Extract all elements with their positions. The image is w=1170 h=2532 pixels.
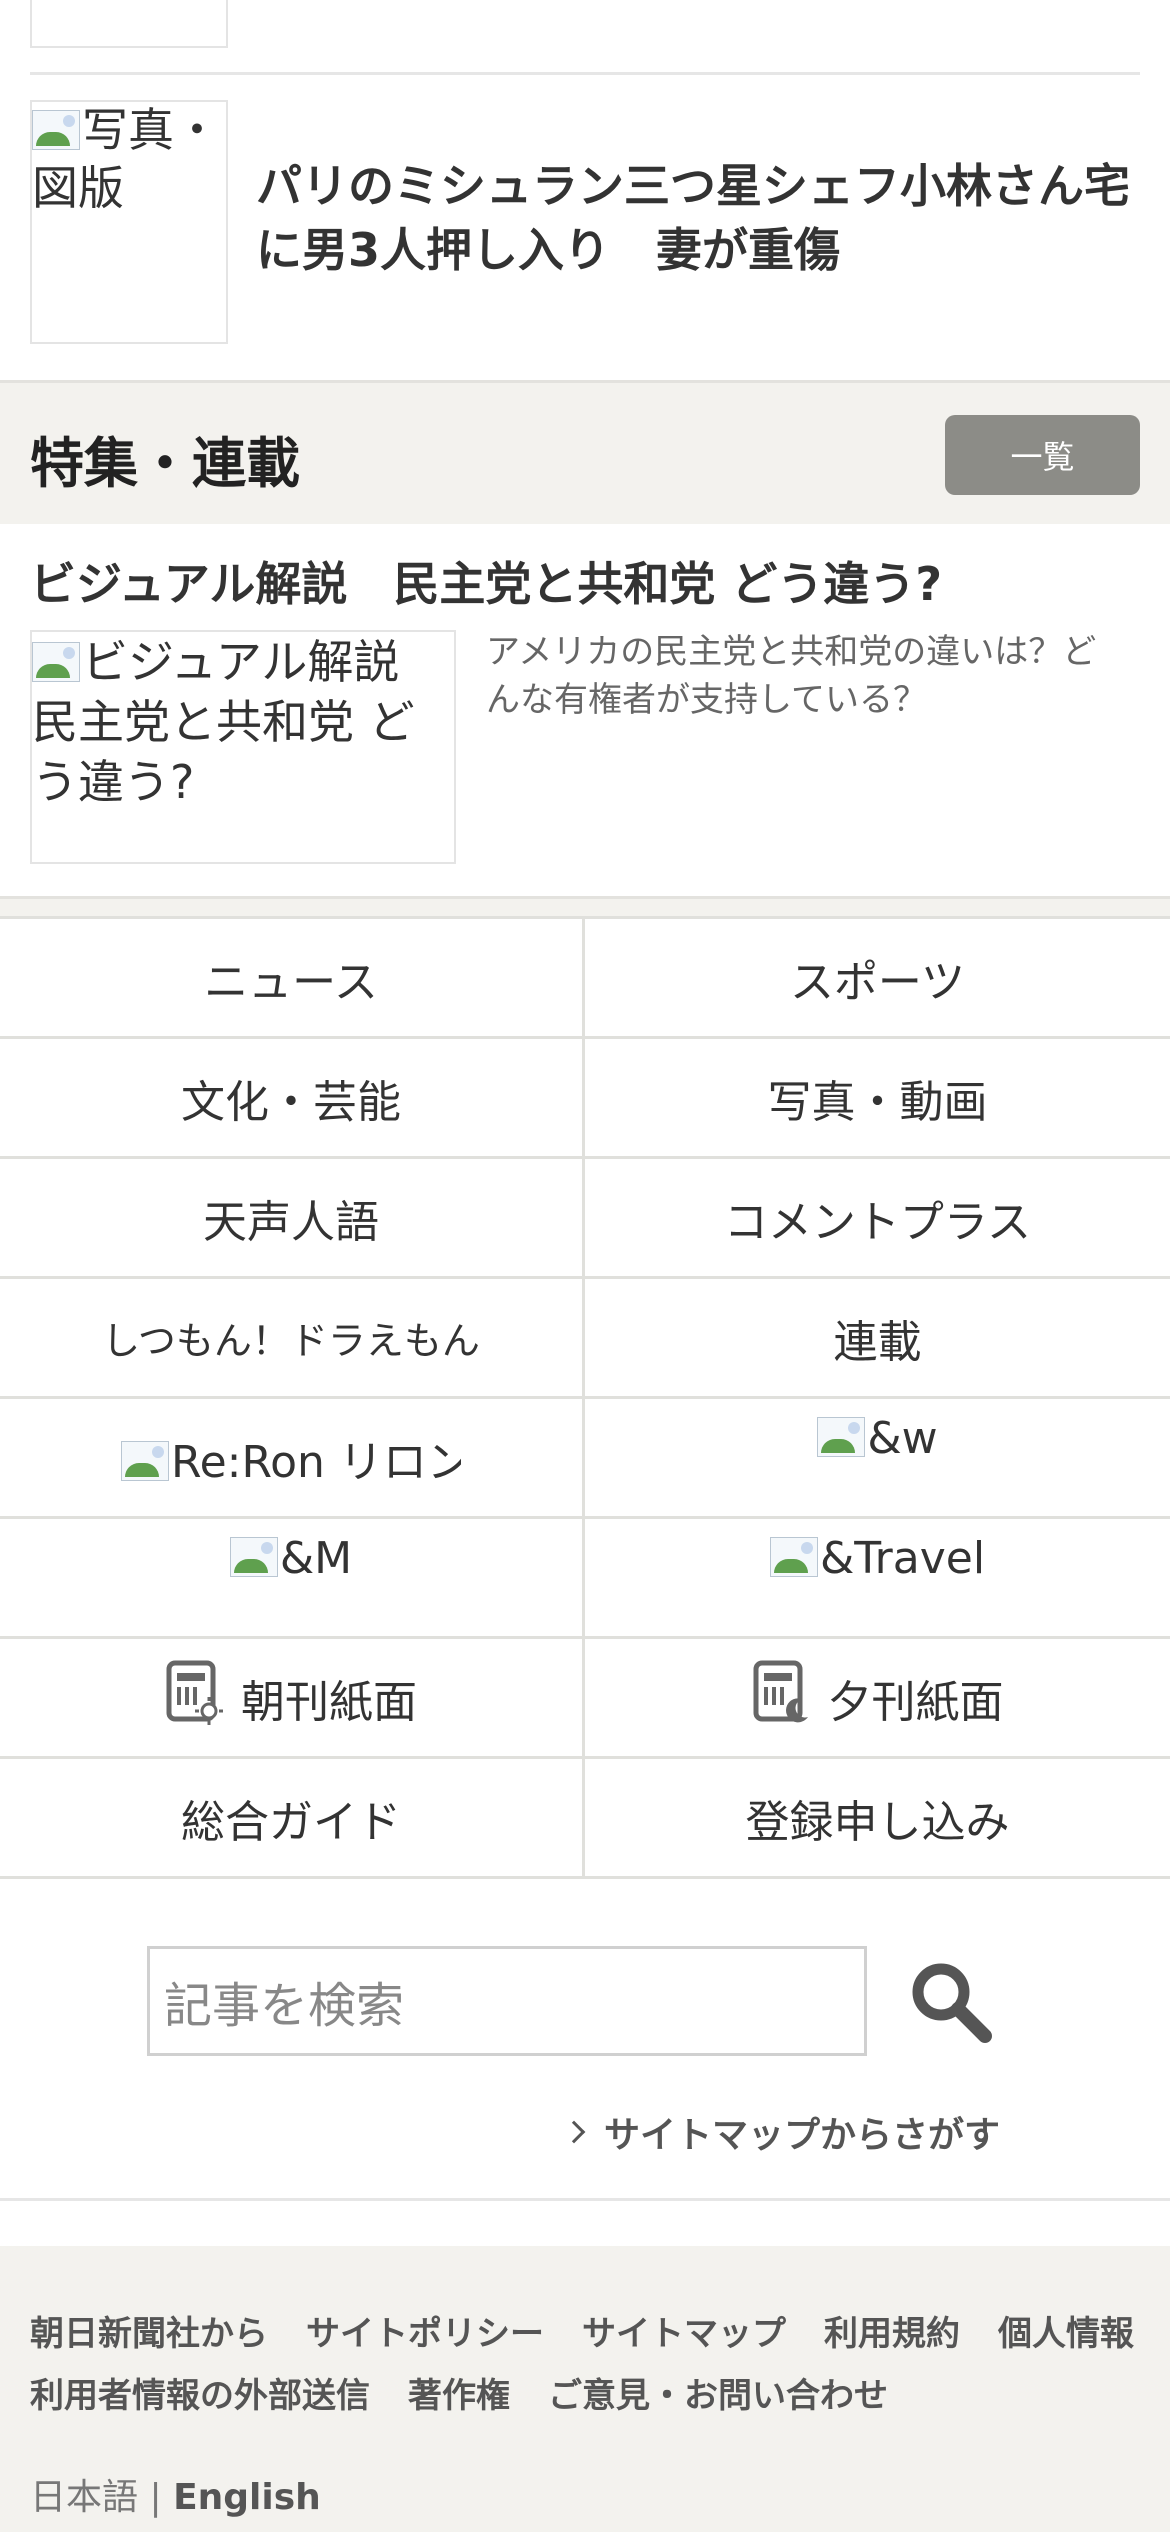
- nav-andw[interactable]: &w: [585, 1399, 1170, 1519]
- nav-news-label: ニュース: [204, 956, 378, 1008]
- section-separator: [0, 896, 1170, 916]
- special-section-title: 特集・連載: [30, 432, 300, 495]
- nav-news[interactable]: ニュース: [0, 919, 585, 1039]
- broken-image-icon: [769, 1537, 818, 1577]
- footer-link-sitemap[interactable]: サイトマップ: [582, 2306, 786, 2355]
- nav-tensei-label: 天声人語: [203, 1196, 379, 1248]
- divider: [30, 72, 1140, 75]
- article-image[interactable]: 写真・図版: [30, 100, 228, 344]
- nav-morning-label: 朝刊紙面: [241, 1676, 417, 1728]
- footer: 朝日新聞社から サイトポリシー サイトマップ 利用規約 個人情報 利用者情報の外…: [0, 2246, 1170, 2532]
- search-icon[interactable]: [905, 1956, 995, 2046]
- footer-link-about[interactable]: 朝日新聞社から: [30, 2306, 268, 2355]
- nav-doraemon[interactable]: しつもん！ドラえもん: [0, 1279, 585, 1399]
- search-placeholder: 記事を検索: [164, 1978, 405, 2034]
- footer-link-copyright[interactable]: 著作権: [408, 2368, 510, 2417]
- article-headline[interactable]: パリのミシュラン三つ星シェフ小林さん宅に男3人押し入り 妻が重傷: [256, 154, 1136, 282]
- language-switcher: 日本語 | English: [30, 2468, 321, 2520]
- nav-series[interactable]: 連載: [585, 1279, 1170, 1399]
- broken-image-icon: [121, 1440, 169, 1481]
- lang-english[interactable]: English: [173, 2477, 321, 2518]
- feature-image-alt: ビジュアル解説 民主党と共和党 どう違う?: [32, 635, 446, 809]
- nav-morning-edition[interactable]: 朝刊紙面: [0, 1639, 585, 1759]
- footer-link-external-transmission[interactable]: 利用者情報の外部送信: [30, 2368, 370, 2417]
- sitemap-link-label: サイトマップからさがす: [604, 2115, 1001, 2156]
- feature-description: アメリカの民主党と共和党の違いは？どんな有権者が支持している？: [486, 632, 1097, 720]
- nav-evening-label: 夕刊紙面: [827, 1676, 1004, 1728]
- nav-register-label: 登録申し込み: [745, 1796, 1010, 1848]
- nav-evening-edition[interactable]: 夕刊紙面: [585, 1639, 1170, 1759]
- previous-article-image[interactable]: [30, 0, 228, 48]
- nav-culture-label: 文化・芸能: [181, 1076, 401, 1128]
- nav-guide-label: 総合ガイド: [181, 1796, 401, 1848]
- nav-sports-label: スポーツ: [789, 956, 966, 1008]
- feature-title[interactable]: ビジュアル解説 民主党と共和党 どう違う?: [30, 548, 942, 614]
- broken-image-icon: [32, 642, 80, 682]
- footer-link-terms[interactable]: 利用規約: [824, 2306, 960, 2355]
- footer-link-contact[interactable]: ご意見・お問い合わせ: [548, 2368, 888, 2417]
- nav-andm[interactable]: &M: [0, 1519, 585, 1639]
- nav-culture[interactable]: 文化・芸能: [0, 1039, 585, 1159]
- nav-reron[interactable]: Re:Ron リロン: [0, 1399, 585, 1519]
- list-button[interactable]: 一覧: [945, 415, 1140, 495]
- nav-photo-video-label: 写真・動画: [767, 1076, 988, 1128]
- evening-paper-icon: [752, 1659, 810, 1736]
- morning-paper-icon: [165, 1659, 223, 1736]
- nav-tensei-jingo[interactable]: 天声人語: [0, 1159, 585, 1279]
- nav-grid: ニュース スポーツ 文化・芸能 写真・動画 天声人語 コメントプラス しつもん！…: [0, 916, 1170, 1879]
- sitemap-link[interactable]: サイトマップからさがす: [562, 2106, 1001, 2158]
- footer-link-privacy[interactable]: 個人情報: [998, 2306, 1134, 2355]
- broken-image-icon: [229, 1537, 278, 1577]
- nav-photo-video[interactable]: 写真・動画: [585, 1039, 1170, 1159]
- nav-register[interactable]: 登録申し込み: [585, 1759, 1170, 1879]
- lang-japanese[interactable]: 日本語: [30, 2477, 138, 2518]
- nav-reron-label: Re:Ron リロン: [171, 1436, 461, 1488]
- nav-comment-plus[interactable]: コメントプラス: [585, 1159, 1170, 1279]
- nav-sports[interactable]: スポーツ: [585, 919, 1170, 1039]
- nav-guide[interactable]: 総合ガイド: [0, 1759, 585, 1879]
- feature-image[interactable]: ビジュアル解説 民主党と共和党 どう違う?: [30, 630, 456, 864]
- nav-series-label: 連載: [833, 1316, 922, 1368]
- footer-link-site-policy[interactable]: サイトポリシー: [306, 2306, 544, 2355]
- broken-image-icon: [817, 1417, 866, 1457]
- lang-separator: |: [149, 2477, 162, 2518]
- special-section-header: 特集・連載 一覧: [0, 380, 1170, 524]
- divider: [0, 2198, 1170, 2201]
- nav-doraemon-label: しつもん！ドラえもん: [102, 1319, 480, 1363]
- nav-andtravel[interactable]: &Travel: [585, 1519, 1170, 1639]
- search-input[interactable]: 記事を検索: [147, 1946, 867, 2056]
- nav-comment-plus-label: コメントプラス: [723, 1196, 1032, 1248]
- chevron-right-icon: [562, 2120, 586, 2144]
- nav-andw-label: &w: [867, 1413, 938, 1464]
- broken-image-icon: [32, 110, 80, 150]
- footer-links-row2: 利用者情報の外部送信 著作権 ご意見・お問い合わせ: [30, 2368, 888, 2417]
- nav-andtravel-label: &Travel: [819, 1533, 986, 1584]
- nav-andm-label: &M: [279, 1533, 353, 1584]
- footer-links-row1: 朝日新聞社から サイトポリシー サイトマップ 利用規約 個人情報: [30, 2306, 1134, 2355]
